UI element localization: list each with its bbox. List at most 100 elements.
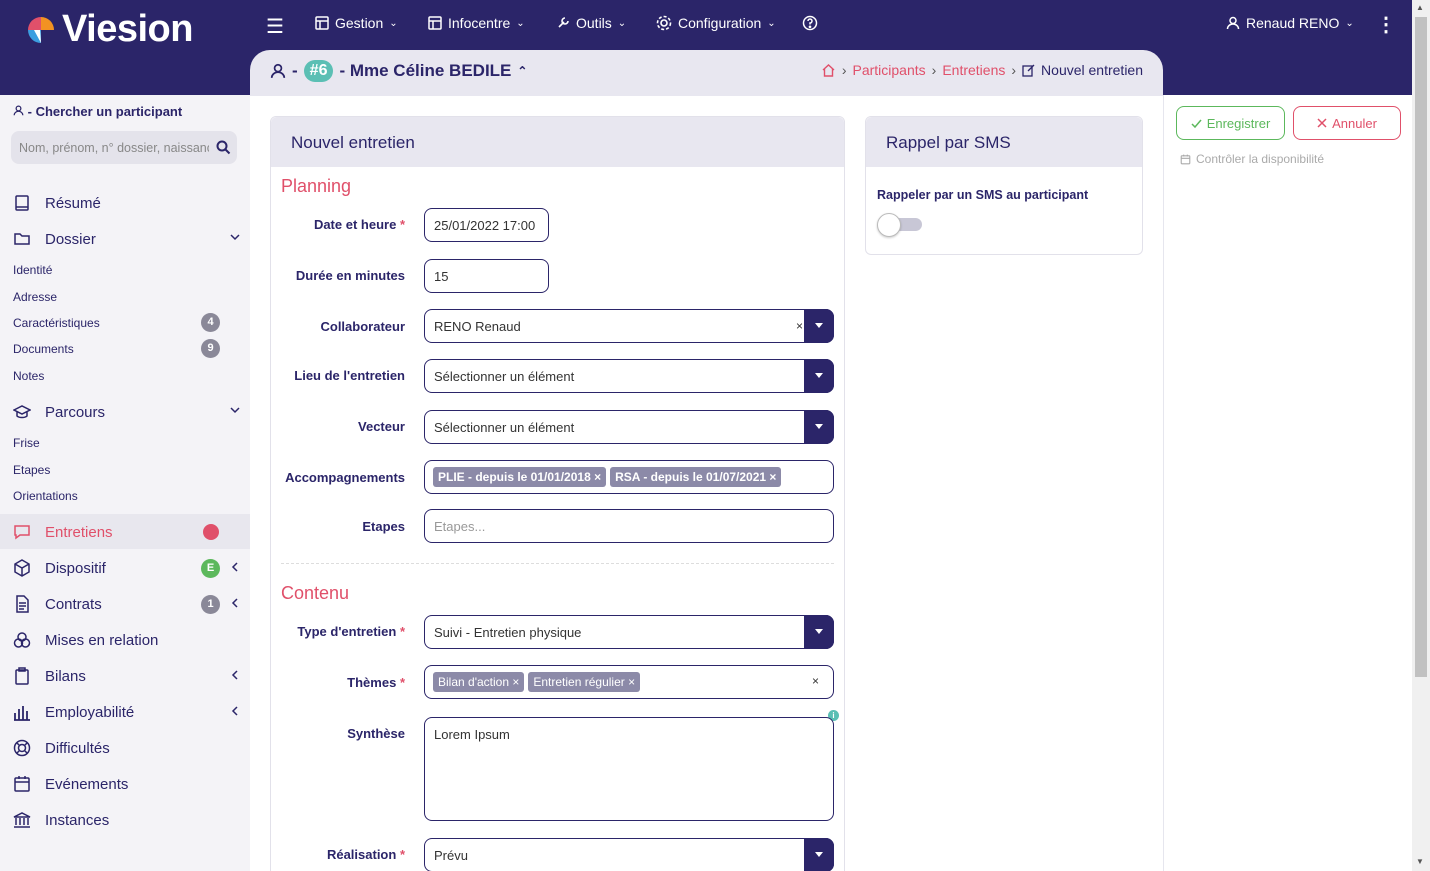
duree-input[interactable]: 15	[424, 259, 549, 293]
breadcrumb-entretiens[interactable]: Entretiens	[942, 62, 1005, 78]
type-select[interactable]: Suivi - Entretien physique	[424, 615, 834, 649]
sidebar-subitem-orientations[interactable]: Orientations	[13, 489, 78, 503]
calendar-icon	[14, 776, 30, 792]
count-badge: 1	[201, 595, 220, 614]
scroll-up-icon[interactable]: ▲	[1416, 3, 1424, 12]
theme-tag: Bilan d'action ×	[433, 672, 525, 692]
sms-label: Rappeler par un SMS au participant	[877, 188, 1089, 202]
vecteur-label: Vecteur	[358, 419, 405, 434]
chevron-left-icon[interactable]	[229, 705, 241, 720]
etapes-label: Etapes	[362, 519, 405, 534]
tag-remove-icon[interactable]: ×	[769, 470, 776, 484]
calendar-icon	[1180, 154, 1191, 164]
lieu-select[interactable]: Sélectionner un élément	[424, 359, 834, 393]
sidebar-item-employabilite[interactable]: Employabilité	[13, 703, 134, 721]
sidebar-subitem-etapes[interactable]: Etapes	[13, 463, 50, 477]
sidebar-item-parcours[interactable]: Parcours	[13, 403, 105, 421]
participant-id-badge: #6	[303, 60, 334, 82]
sidebar-subitem-frise[interactable]: Frise	[13, 436, 40, 450]
clipboard-icon	[15, 667, 29, 685]
sidebar-item-dispositif[interactable]: Dispositif	[13, 559, 106, 577]
tag-remove-icon[interactable]: ×	[628, 675, 635, 689]
dropdown-button[interactable]	[804, 410, 834, 444]
dropdown-button[interactable]	[804, 359, 834, 393]
sidebar-item-mises-en-relation[interactable]: Mises en relation	[13, 631, 158, 649]
participant-title[interactable]: - #6 - Mme Céline BEDILE ⌃	[270, 60, 527, 82]
cancel-button[interactable]: Annuler	[1293, 106, 1401, 140]
clear-icon[interactable]: ×	[796, 319, 803, 333]
sidebar-item-resume[interactable]: Résumé	[13, 194, 101, 212]
date-input[interactable]: 25/01/2022 17:00	[424, 208, 549, 242]
sidebar-item-evenements[interactable]: Evénements	[13, 775, 128, 793]
sidebar-item-entretiens[interactable]: Entretiens	[13, 523, 113, 541]
sidebar-item-contrats[interactable]: Contrats	[13, 595, 102, 613]
nav-configuration[interactable]: Configuration ⌄	[656, 15, 776, 31]
search-label: - Chercher un participant	[13, 104, 182, 119]
collab-select[interactable]: RENO Renaud ×	[424, 309, 834, 343]
sidebar-subitem-notes[interactable]: Notes	[13, 369, 44, 383]
dropdown-button[interactable]	[804, 309, 834, 343]
nav-infocentre[interactable]: Infocentre ⌄	[428, 15, 525, 31]
nav-configuration-label: Configuration	[678, 15, 762, 31]
home-icon[interactable]	[821, 63, 836, 78]
app-logo[interactable]: Viesion	[26, 8, 193, 51]
scrollbar-thumb[interactable]	[1415, 17, 1427, 677]
tag-remove-icon[interactable]: ×	[512, 675, 519, 689]
etapes-input[interactable]: Etapes...	[424, 509, 834, 543]
dropdown-button[interactable]	[804, 615, 834, 649]
themes-multiselect[interactable]: Bilan d'action × Entretien régulier × ×	[424, 665, 834, 699]
sidebar-subitem-caracteristiques[interactable]: Caractéristiques	[13, 316, 100, 330]
nav-gestion[interactable]: Gestion ⌄	[315, 15, 398, 31]
breadcrumb-participants[interactable]: Participants	[853, 62, 926, 78]
sms-toggle[interactable]	[877, 213, 922, 237]
sidebar-item-difficultes[interactable]: Difficultés	[13, 739, 110, 757]
sidebar-item-label: Employabilité	[45, 703, 135, 721]
kebab-menu-icon[interactable]: ⋮	[1376, 12, 1396, 37]
edit-icon	[1022, 64, 1035, 77]
hamburger-menu-icon[interactable]: ☰	[266, 14, 284, 39]
user-menu[interactable]: Renaud RENO ⌄	[1226, 15, 1354, 31]
sidebar-item-bilans[interactable]: Bilans	[13, 667, 86, 685]
save-button[interactable]: Enregistrer	[1176, 106, 1285, 140]
realisation-select[interactable]: Prévu	[424, 838, 834, 871]
tag-remove-icon[interactable]: ×	[594, 470, 601, 484]
cube-icon	[14, 559, 30, 577]
synthese-textarea[interactable]: Lorem Ipsum	[424, 717, 834, 821]
bar-chart-icon	[14, 706, 30, 721]
sidebar-subitem-adresse[interactable]: Adresse	[13, 290, 57, 304]
chat-icon	[14, 525, 30, 540]
lieu-value: Sélectionner un élément	[434, 369, 575, 384]
sidebar-item-label: Contrats	[45, 595, 102, 613]
type-label-text: Type d'entretien	[297, 624, 397, 639]
accomp-multiselect[interactable]: PLIE - depuis le 01/01/2018 × RSA - depui…	[424, 460, 834, 494]
type-value: Suivi - Entretien physique	[434, 625, 582, 640]
vecteur-select[interactable]: Sélectionner un élément	[424, 410, 834, 444]
search-icon[interactable]	[216, 140, 231, 155]
sidebar-subitem-identite[interactable]: Identité	[13, 263, 52, 277]
help-icon[interactable]	[802, 15, 818, 31]
chevron-down-icon[interactable]	[229, 404, 241, 419]
check-availability-link[interactable]: Contrôler la disponibilité	[1180, 152, 1324, 166]
themes-label-text: Thèmes	[347, 675, 397, 690]
table-icon	[428, 16, 442, 30]
sidebar-item-label: Evénements	[45, 775, 129, 793]
required-mark: *	[399, 675, 405, 690]
sidebar-subitem-documents[interactable]: Documents	[13, 342, 74, 356]
sidebar-item-instances[interactable]: Instances	[13, 811, 109, 829]
chevron-down-icon: ⌄	[767, 17, 776, 29]
chevron-down-icon[interactable]	[229, 231, 241, 246]
sidebar-item-dossier[interactable]: Dossier	[13, 230, 96, 248]
document-icon	[16, 595, 29, 613]
chevron-left-icon[interactable]	[229, 597, 241, 612]
user-icon	[13, 105, 24, 116]
chevron-left-icon[interactable]	[229, 669, 241, 684]
check-availability-label: Contrôler la disponibilité	[1196, 152, 1325, 166]
nav-outils[interactable]: Outils ⌄	[556, 15, 626, 31]
required-mark: *	[399, 624, 405, 639]
scroll-down-icon[interactable]: ▼	[1416, 857, 1424, 866]
chevron-left-icon[interactable]	[229, 561, 241, 576]
dropdown-button[interactable]	[804, 838, 834, 871]
clear-all-icon[interactable]: ×	[812, 674, 819, 688]
lieu-label: Lieu de l'entretien	[294, 368, 405, 383]
participant-search-input[interactable]: Nom, prénom, n° dossier, naissance	[11, 131, 237, 164]
